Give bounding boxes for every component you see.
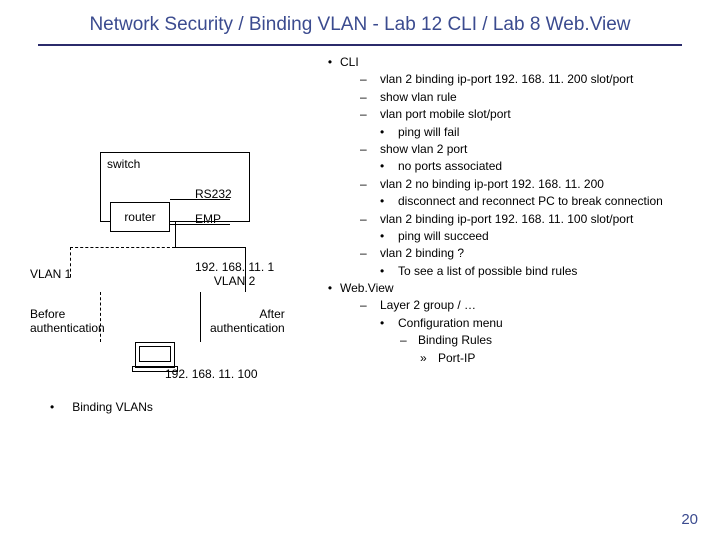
cli-i1: vlan 2 binding ip-port 192. 168. 11. 200… xyxy=(380,71,633,88)
trunk-line xyxy=(175,222,176,247)
page-number: 20 xyxy=(681,511,698,528)
router-box: router xyxy=(110,202,170,232)
branch-right xyxy=(175,247,245,248)
before-auth-label: Before authentication xyxy=(30,307,105,336)
ip100-label: 192. 168. 11. 100 xyxy=(165,367,258,381)
title-divider xyxy=(38,44,682,46)
content-row: switch router RS232 EMP VLAN 1 192. 168.… xyxy=(0,52,720,412)
cli-i4a: no ports associated xyxy=(398,158,502,175)
cli-i5a: disconnect and reconnect PC to break con… xyxy=(398,193,663,210)
web-i1a1: Binding Rules xyxy=(418,332,492,349)
ip1-line2: VLAN 2 xyxy=(195,274,274,288)
binding-vlans-line: • Binding VLANs xyxy=(50,400,153,414)
cli-i7: vlan 2 binding ? xyxy=(380,245,464,262)
cli-tree: •CLI xyxy=(320,54,700,71)
cli-i5: vlan 2 no binding ip-port 192. 168. 11. … xyxy=(380,176,604,193)
diagram-column: switch router RS232 EMP VLAN 1 192. 168.… xyxy=(30,52,320,412)
after-auth-label: After authentication xyxy=(210,307,285,336)
branch-left-dash xyxy=(70,247,175,248)
cli-i6a: ping will succeed xyxy=(398,228,489,245)
rs232-line xyxy=(170,199,230,200)
emp-line xyxy=(170,224,230,225)
before-l2: authentication xyxy=(30,321,105,335)
router-label: router xyxy=(124,210,155,224)
cli-i7a: To see a list of possible bind rules xyxy=(398,263,577,280)
cli-i4: show vlan 2 port xyxy=(380,141,467,158)
web-tree: •Web.View xyxy=(320,280,700,297)
cli-head: CLI xyxy=(340,54,359,71)
vlan1-label: VLAN 1 xyxy=(30,267,71,281)
after-l2: authentication xyxy=(210,321,285,335)
laptop-icon xyxy=(135,342,175,368)
after-l1: After xyxy=(210,307,285,321)
cli-i2: show vlan rule xyxy=(380,89,457,106)
web-i1a: Configuration menu xyxy=(398,315,503,332)
web-head: Web.View xyxy=(340,280,394,297)
ip1-block: 192. 168. 11. 1 VLAN 2 xyxy=(195,260,274,288)
web-i1a1a: Port-IP xyxy=(438,350,475,367)
cli-i3a: ping will fail xyxy=(398,124,459,141)
switch-label: switch xyxy=(107,157,140,171)
web-i1: Layer 2 group / … xyxy=(380,297,476,314)
instructions-column: •CLI –vlan 2 binding ip-port 192. 168. 1… xyxy=(320,52,700,412)
ip1-line1: 192. 168. 11. 1 xyxy=(195,260,274,274)
binding-vlans-label: Binding VLANs xyxy=(72,400,153,414)
after-line xyxy=(200,292,201,342)
cli-i3: vlan port mobile slot/port xyxy=(380,106,511,123)
page-title: Network Security / Binding VLAN - Lab 12… xyxy=(0,0,720,44)
bullet-icon: • xyxy=(50,400,54,414)
cli-i6: vlan 2 binding ip-port 192. 168. 11. 100… xyxy=(380,211,633,228)
before-l1: Before xyxy=(30,307,105,321)
network-diagram: switch router RS232 EMP VLAN 1 192. 168.… xyxy=(30,152,310,412)
